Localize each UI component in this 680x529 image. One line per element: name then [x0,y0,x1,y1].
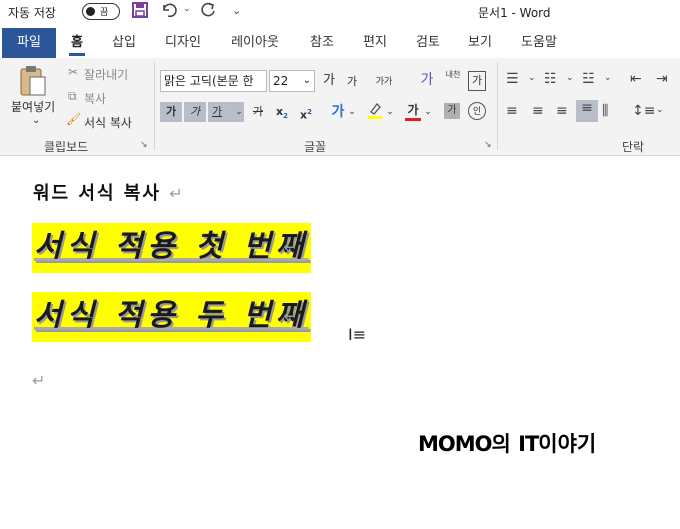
font-size-value: 22 [273,74,289,88]
distribute-icon[interactable]: ⫼ [602,103,608,119]
format-painter-cursor-icon: I≡ [348,325,367,344]
increase-indent-icon[interactable]: ⇥ [656,71,668,87]
formatted-text-2: 서식 적용 두 번째 [34,298,309,333]
bold-button[interactable]: 가 [160,102,182,122]
save-icon[interactable] [132,2,148,22]
align-center-icon[interactable]: ≡ [532,103,544,119]
title-bar: 자동 저장 끔 ⌄ ⌄ 문서1 - Word [0,0,680,24]
group-divider [497,62,498,150]
heading-text: 워드 서식 복사 [33,183,161,204]
tab-layout[interactable]: 레이아웃 [224,28,286,58]
tab-file[interactable]: 파일 [2,28,56,58]
watermark-part: MOMO [418,432,492,456]
tab-design[interactable]: 디자인 [158,28,208,58]
formatted-line-1[interactable]: 서식 적용 첫 번째 [32,223,311,273]
bullets-dropdown-icon[interactable]: ⌄ [528,73,536,83]
autosave-label: 자동 저장 [8,6,56,20]
clear-formatting-button[interactable]: 가 [418,70,436,90]
cut-button[interactable]: 잘라내기 [84,66,128,83]
line-spacing-icon[interactable]: ↕≡ [632,103,655,119]
font-size-dropdown-icon[interactable]: ⌄ [303,71,311,91]
font-group-label: 글꼴 [304,140,327,154]
highlighter-icon[interactable] [366,102,384,122]
multilevel-dropdown-icon[interactable]: ⌄ [604,73,612,83]
superscript-button[interactable]: x2 [298,102,314,122]
highlight-dropdown-icon[interactable]: ⌄ [386,102,394,122]
numbering-dropdown-icon[interactable]: ⌄ [566,73,574,83]
document-page[interactable]: 워드 서식 복사 ↵ 서식 적용 첫 번째 ↵ 서식 적용 두 번째 ↵ I≡ … [0,157,680,529]
clipboard-launcher-icon[interactable]: ↘ [140,140,148,150]
bullets-icon[interactable]: ☰ [506,71,519,87]
shrink-font-button[interactable]: 가 [344,72,360,92]
phonetic-guide-button[interactable]: 내천 [444,70,462,90]
align-left-icon[interactable]: ≡ [506,103,518,119]
char-border-button[interactable]: 가 [468,71,486,91]
tab-view[interactable]: 보기 [460,28,500,58]
document-title: 문서1 - Word [478,6,551,20]
watermark-part: IT [518,432,539,456]
align-right-icon[interactable]: ≡ [556,103,568,119]
font-launcher-icon[interactable]: ↘ [484,140,492,150]
tab-references[interactable]: 참조 [302,28,342,58]
font-color-bar [405,118,421,121]
autosave-toggle[interactable]: 끔 [82,3,120,20]
toggle-state: 끔 [100,8,109,18]
paragraph-mark: ↵ [169,184,185,203]
customize-qat-icon[interactable]: ⌄ [232,4,241,17]
underline-dropdown-icon[interactable]: ⌄ [234,102,244,122]
line-spacing-dropdown-icon[interactable]: ⌄ [656,105,664,115]
formatted-line-2[interactable]: 서식 적용 두 번째 [32,292,311,342]
grow-font-button[interactable]: 가 [320,71,338,91]
font-name-box[interactable]: 맑은 고딕(본문 한 [160,70,267,92]
format-painter-button[interactable]: 서식 복사 [84,114,132,131]
undo-icon[interactable] [160,2,180,22]
paragraph-mark: ↵ [283,237,299,258]
ribbon-tabs: 파일 홈 삽입 디자인 레이아웃 참조 편지 검토 보기 도움말 [0,28,680,58]
font-color-button[interactable]: 가 [404,100,422,121]
italic-button[interactable]: 가 [184,102,206,122]
paste-icon[interactable] [18,64,48,101]
copy-button[interactable]: 복사 [84,90,106,107]
strikethrough-button[interactable]: 가 [248,102,268,122]
watermark-text: MOMO의 IT이야기 [418,428,596,458]
text-effects-button[interactable]: 가 [328,102,348,122]
font-color-dropdown-icon[interactable]: ⌄ [424,102,432,122]
paste-dropdown-icon[interactable]: ⌄ [32,115,40,126]
watermark-part: 이야기 [538,432,597,456]
tab-help[interactable]: 도움말 [514,28,564,58]
font-size-box[interactable]: 22 ⌄ [269,70,315,92]
paragraph-mark: ↵ [283,306,299,327]
char-shading-button[interactable]: 가 [444,103,460,119]
tab-insert[interactable]: 삽입 [104,28,144,58]
undo-dropdown-icon[interactable]: ⌄ [183,4,191,14]
tab-mailings[interactable]: 편지 [355,28,395,58]
font-name-value: 맑은 고딕(본문 한 [164,74,254,88]
justify-icon[interactable]: ≡ [576,100,598,122]
enclose-char-button[interactable]: 인 [468,102,486,120]
paragraph-group-label: 단락 [622,140,645,154]
ribbon-home: 붙여넣기 ⌄ ✂ 잘라내기 ⧉ 복사 🖌 서식 복사 클립보드 ↘ 맑은 고딕(… [0,58,680,156]
redo-icon[interactable] [199,2,217,22]
copy-icon[interactable]: ⧉ [68,89,77,104]
tab-review[interactable]: 검토 [408,28,448,58]
cut-icon[interactable]: ✂ [68,65,78,79]
document-heading[interactable]: 워드 서식 복사 ↵ [33,179,185,205]
decrease-indent-icon[interactable]: ⇤ [630,71,642,87]
subscript-button[interactable]: x2 [274,102,290,122]
text-effects-dropdown-icon[interactable]: ⌄ [348,102,356,122]
paragraph-mark: ↵ [32,371,46,390]
multilevel-list-icon[interactable]: ☳ [582,71,595,87]
clipboard-group-label: 클립보드 [44,140,89,154]
change-case-button[interactable]: 가가 [372,72,396,92]
format-painter-icon[interactable]: 🖌 [66,112,81,126]
numbering-icon[interactable]: ☷ [544,71,557,87]
watermark-part: 의 [491,432,519,456]
formatted-text-1: 서식 적용 첫 번째 [34,229,309,264]
toggle-knob [86,7,95,16]
group-divider [154,62,155,150]
tab-home[interactable]: 홈 [62,28,92,58]
paste-button[interactable]: 붙여넣기 [11,98,55,115]
font-color-label: 가 [407,103,419,117]
